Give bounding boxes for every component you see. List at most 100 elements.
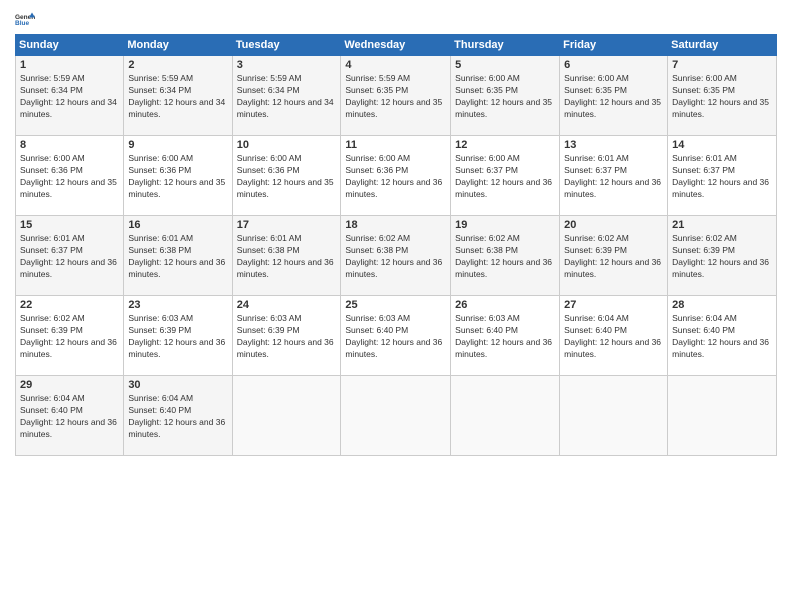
day-info: Sunrise: 6:02 AM Sunset: 6:39 PM Dayligh… xyxy=(20,313,117,359)
calendar-cell: 21 Sunrise: 6:02 AM Sunset: 6:39 PM Dayl… xyxy=(668,216,777,296)
day-number: 10 xyxy=(237,139,337,151)
day-info: Sunrise: 6:02 AM Sunset: 6:38 PM Dayligh… xyxy=(345,233,442,279)
calendar-cell: 17 Sunrise: 6:01 AM Sunset: 6:38 PM Dayl… xyxy=(232,216,341,296)
weekday-saturday: Saturday xyxy=(668,35,777,56)
calendar-cell: 3 Sunrise: 5:59 AM Sunset: 6:34 PM Dayli… xyxy=(232,56,341,136)
week-row-2: 8 Sunrise: 6:00 AM Sunset: 6:36 PM Dayli… xyxy=(16,136,777,216)
calendar-cell: 27 Sunrise: 6:04 AM Sunset: 6:40 PM Dayl… xyxy=(560,296,668,376)
day-info: Sunrise: 5:59 AM Sunset: 6:35 PM Dayligh… xyxy=(345,73,442,119)
day-number: 23 xyxy=(128,299,227,311)
day-info: Sunrise: 6:01 AM Sunset: 6:38 PM Dayligh… xyxy=(128,233,225,279)
day-number: 24 xyxy=(237,299,337,311)
day-info: Sunrise: 6:04 AM Sunset: 6:40 PM Dayligh… xyxy=(128,393,225,439)
calendar-cell: 8 Sunrise: 6:00 AM Sunset: 6:36 PM Dayli… xyxy=(16,136,124,216)
day-number: 16 xyxy=(128,219,227,231)
day-info: Sunrise: 6:02 AM Sunset: 6:39 PM Dayligh… xyxy=(564,233,661,279)
calendar-cell: 25 Sunrise: 6:03 AM Sunset: 6:40 PM Dayl… xyxy=(341,296,451,376)
calendar-cell: 24 Sunrise: 6:03 AM Sunset: 6:39 PM Dayl… xyxy=(232,296,341,376)
day-number: 1 xyxy=(20,59,119,71)
day-info: Sunrise: 6:00 AM Sunset: 6:36 PM Dayligh… xyxy=(128,153,225,199)
day-info: Sunrise: 6:00 AM Sunset: 6:36 PM Dayligh… xyxy=(345,153,442,199)
day-number: 15 xyxy=(20,219,119,231)
day-info: Sunrise: 6:04 AM Sunset: 6:40 PM Dayligh… xyxy=(20,393,117,439)
calendar-cell: 10 Sunrise: 6:00 AM Sunset: 6:36 PM Dayl… xyxy=(232,136,341,216)
calendar-cell: 2 Sunrise: 5:59 AM Sunset: 6:34 PM Dayli… xyxy=(124,56,232,136)
calendar-cell xyxy=(668,376,777,456)
weekday-wednesday: Wednesday xyxy=(341,35,451,56)
header: General Blue xyxy=(15,10,777,30)
calendar-cell: 12 Sunrise: 6:00 AM Sunset: 6:37 PM Dayl… xyxy=(451,136,560,216)
day-number: 22 xyxy=(20,299,119,311)
day-number: 19 xyxy=(455,219,555,231)
calendar-cell xyxy=(232,376,341,456)
calendar-cell: 29 Sunrise: 6:04 AM Sunset: 6:40 PM Dayl… xyxy=(16,376,124,456)
day-number: 17 xyxy=(237,219,337,231)
weekday-sunday: Sunday xyxy=(16,35,124,56)
calendar-cell: 14 Sunrise: 6:01 AM Sunset: 6:37 PM Dayl… xyxy=(668,136,777,216)
calendar-cell: 9 Sunrise: 6:00 AM Sunset: 6:36 PM Dayli… xyxy=(124,136,232,216)
calendar-cell: 15 Sunrise: 6:01 AM Sunset: 6:37 PM Dayl… xyxy=(16,216,124,296)
day-number: 4 xyxy=(345,59,446,71)
day-number: 7 xyxy=(672,59,772,71)
day-info: Sunrise: 6:01 AM Sunset: 6:37 PM Dayligh… xyxy=(564,153,661,199)
day-number: 11 xyxy=(345,139,446,151)
day-number: 29 xyxy=(20,379,119,391)
calendar-cell: 13 Sunrise: 6:01 AM Sunset: 6:37 PM Dayl… xyxy=(560,136,668,216)
day-number: 5 xyxy=(455,59,555,71)
week-row-1: 1 Sunrise: 5:59 AM Sunset: 6:34 PM Dayli… xyxy=(16,56,777,136)
day-info: Sunrise: 5:59 AM Sunset: 6:34 PM Dayligh… xyxy=(128,73,225,119)
day-number: 3 xyxy=(237,59,337,71)
calendar-cell: 23 Sunrise: 6:03 AM Sunset: 6:39 PM Dayl… xyxy=(124,296,232,376)
weekday-tuesday: Tuesday xyxy=(232,35,341,56)
day-info: Sunrise: 6:02 AM Sunset: 6:39 PM Dayligh… xyxy=(672,233,769,279)
day-info: Sunrise: 6:00 AM Sunset: 6:37 PM Dayligh… xyxy=(455,153,552,199)
calendar-cell: 11 Sunrise: 6:00 AM Sunset: 6:36 PM Dayl… xyxy=(341,136,451,216)
week-row-3: 15 Sunrise: 6:01 AM Sunset: 6:37 PM Dayl… xyxy=(16,216,777,296)
day-number: 27 xyxy=(564,299,663,311)
calendar-cell: 19 Sunrise: 6:02 AM Sunset: 6:38 PM Dayl… xyxy=(451,216,560,296)
day-number: 2 xyxy=(128,59,227,71)
day-info: Sunrise: 6:03 AM Sunset: 6:39 PM Dayligh… xyxy=(237,313,334,359)
day-number: 30 xyxy=(128,379,227,391)
calendar-cell: 5 Sunrise: 6:00 AM Sunset: 6:35 PM Dayli… xyxy=(451,56,560,136)
day-number: 25 xyxy=(345,299,446,311)
calendar-cell xyxy=(341,376,451,456)
calendar-cell: 28 Sunrise: 6:04 AM Sunset: 6:40 PM Dayl… xyxy=(668,296,777,376)
day-number: 26 xyxy=(455,299,555,311)
day-number: 13 xyxy=(564,139,663,151)
weekday-header-row: SundayMondayTuesdayWednesdayThursdayFrid… xyxy=(16,35,777,56)
day-number: 8 xyxy=(20,139,119,151)
day-info: Sunrise: 6:00 AM Sunset: 6:35 PM Dayligh… xyxy=(564,73,661,119)
logo-icon: General Blue xyxy=(15,10,35,30)
day-number: 28 xyxy=(672,299,772,311)
day-number: 6 xyxy=(564,59,663,71)
weekday-friday: Friday xyxy=(560,35,668,56)
calendar-cell xyxy=(560,376,668,456)
calendar-cell: 7 Sunrise: 6:00 AM Sunset: 6:35 PM Dayli… xyxy=(668,56,777,136)
day-info: Sunrise: 6:00 AM Sunset: 6:35 PM Dayligh… xyxy=(455,73,552,119)
calendar-cell: 1 Sunrise: 5:59 AM Sunset: 6:34 PM Dayli… xyxy=(16,56,124,136)
calendar-cell: 4 Sunrise: 5:59 AM Sunset: 6:35 PM Dayli… xyxy=(341,56,451,136)
day-info: Sunrise: 6:03 AM Sunset: 6:39 PM Dayligh… xyxy=(128,313,225,359)
calendar-table: SundayMondayTuesdayWednesdayThursdayFrid… xyxy=(15,34,777,456)
day-info: Sunrise: 5:59 AM Sunset: 6:34 PM Dayligh… xyxy=(237,73,334,119)
page: General Blue SundayMondayTuesdayWednesda… xyxy=(0,0,792,612)
svg-text:Blue: Blue xyxy=(15,20,29,27)
day-info: Sunrise: 6:02 AM Sunset: 6:38 PM Dayligh… xyxy=(455,233,552,279)
day-number: 20 xyxy=(564,219,663,231)
calendar-cell: 18 Sunrise: 6:02 AM Sunset: 6:38 PM Dayl… xyxy=(341,216,451,296)
calendar-cell: 16 Sunrise: 6:01 AM Sunset: 6:38 PM Dayl… xyxy=(124,216,232,296)
weekday-monday: Monday xyxy=(124,35,232,56)
day-info: Sunrise: 6:01 AM Sunset: 6:38 PM Dayligh… xyxy=(237,233,334,279)
day-info: Sunrise: 6:01 AM Sunset: 6:37 PM Dayligh… xyxy=(672,153,769,199)
day-info: Sunrise: 6:04 AM Sunset: 6:40 PM Dayligh… xyxy=(672,313,769,359)
week-row-4: 22 Sunrise: 6:02 AM Sunset: 6:39 PM Dayl… xyxy=(16,296,777,376)
logo: General Blue xyxy=(15,10,35,30)
calendar-cell: 30 Sunrise: 6:04 AM Sunset: 6:40 PM Dayl… xyxy=(124,376,232,456)
day-info: Sunrise: 6:00 AM Sunset: 6:35 PM Dayligh… xyxy=(672,73,769,119)
weekday-thursday: Thursday xyxy=(451,35,560,56)
calendar-cell: 6 Sunrise: 6:00 AM Sunset: 6:35 PM Dayli… xyxy=(560,56,668,136)
day-number: 21 xyxy=(672,219,772,231)
day-number: 14 xyxy=(672,139,772,151)
day-info: Sunrise: 6:03 AM Sunset: 6:40 PM Dayligh… xyxy=(345,313,442,359)
